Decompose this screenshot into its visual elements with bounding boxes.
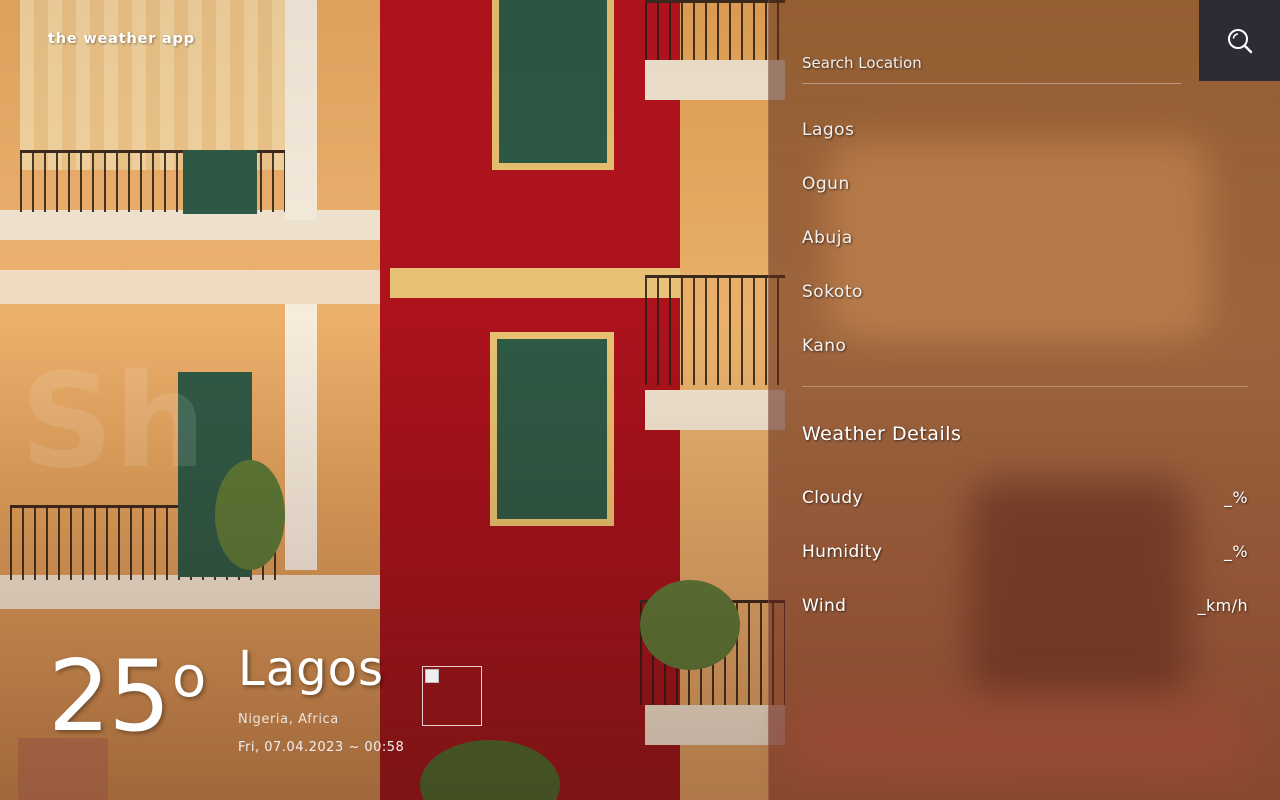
panel-divider: [802, 386, 1248, 387]
city-item-lagos[interactable]: Lagos: [802, 118, 863, 172]
search-icon: [1227, 28, 1252, 53]
weather-condition-icon: [422, 666, 482, 726]
city-item-kano[interactable]: Kano: [802, 334, 863, 388]
blurred-background: [829, 140, 1209, 340]
detail-label: Humidity: [802, 542, 883, 562]
city-item-ogun[interactable]: Ogun: [802, 172, 863, 226]
current-city-name: Lagos: [238, 641, 384, 697]
degree-symbol: o: [172, 645, 207, 710]
weather-details-title: Weather Details: [802, 423, 962, 445]
broken-image-icon: [425, 669, 439, 683]
detail-row-humidity: Humidity _%: [802, 540, 1248, 594]
detail-value: _%: [1223, 542, 1248, 561]
search-button[interactable]: [1199, 0, 1280, 81]
blurred-background: [789, 700, 1249, 780]
city-item-abuja[interactable]: Abuja: [802, 226, 863, 280]
app-brand: the weather app: [48, 31, 195, 47]
search-input[interactable]: [802, 50, 1181, 84]
detail-value: _km/h: [1197, 596, 1248, 615]
city-item-sokoto[interactable]: Sokoto: [802, 280, 863, 334]
current-datetime: Fri, 07.04.2023 ~ 00:58: [238, 740, 405, 755]
city-list: Lagos Ogun Abuja Sokoto Kano: [802, 118, 863, 388]
weather-details-list: Cloudy _% Humidity _% Wind _km/h: [802, 486, 1248, 648]
detail-label: Wind: [802, 596, 847, 616]
detail-row-wind: Wind _km/h: [802, 594, 1248, 648]
current-temperature: 25: [48, 640, 171, 754]
detail-row-cloudy: Cloudy _%: [802, 486, 1248, 540]
side-panel: Lagos Ogun Abuja Sokoto Kano Weather Det…: [768, 0, 1280, 800]
search-row: [802, 50, 1181, 84]
detail-label: Cloudy: [802, 488, 864, 508]
detail-value: _%: [1223, 488, 1248, 507]
current-region: Nigeria, Africa: [238, 712, 339, 727]
